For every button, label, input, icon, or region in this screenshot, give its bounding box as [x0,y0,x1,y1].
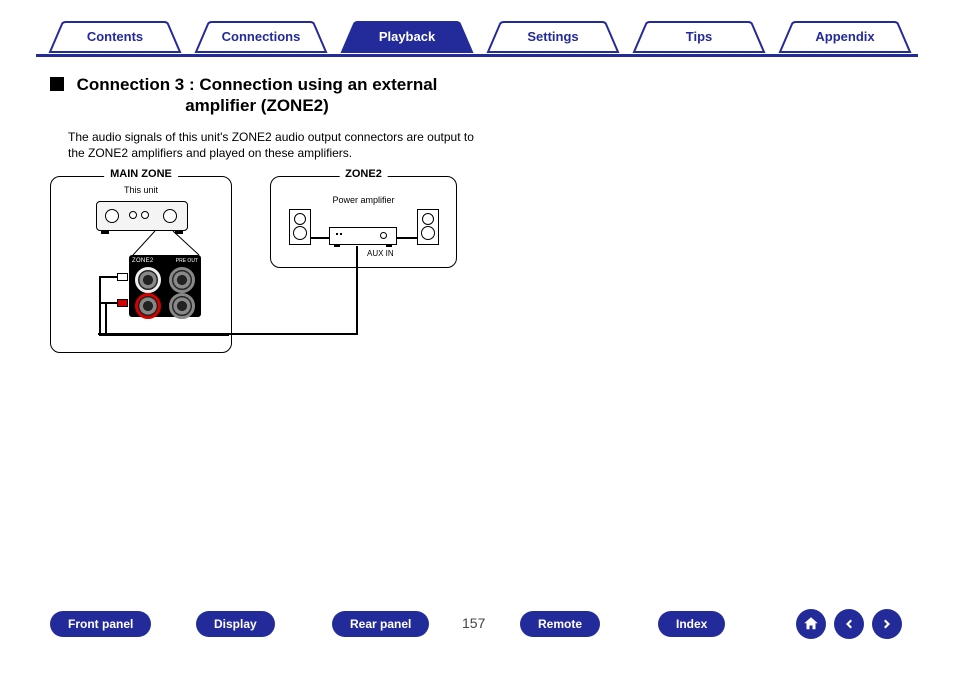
zone2-box: ZONE2 Power amplifier AUX IN [270,176,457,268]
tab-label: Playback [379,29,435,44]
nav-index[interactable]: Index [658,611,725,637]
tab-label: Tips [686,29,713,44]
tab-underline [36,54,918,57]
next-page-button[interactable] [872,609,902,639]
tab-tips[interactable]: Tips [624,22,774,52]
speaker-right-icon [417,209,439,245]
tab-bar: Contents Connections Playback Settings T… [0,22,954,56]
body-paragraph: The audio signals of this unit's ZONE2 a… [68,129,480,161]
section-heading: Connection 3 : Connection using an exter… [50,74,480,117]
nav-display[interactable]: Display [196,611,275,637]
tab-label: Appendix [815,29,874,44]
rca-plug-white-icon [117,273,128,281]
prev-page-button[interactable] [834,609,864,639]
power-amplifier-icon [329,227,397,245]
heading-text: Connection 3 : Connection using an exter… [72,74,442,117]
tab-playback[interactable]: Playback [332,22,482,52]
bottom-bar: Front panel Display Rear panel 157 Remot… [0,611,954,645]
pill-label: Display [214,617,257,631]
tab-label: Connections [222,29,301,44]
pill-label: Rear panel [350,617,411,631]
pill-label: Front panel [68,617,133,631]
connection-diagram: MAIN ZONE This unit ZONE2 PRE OUT [50,176,460,356]
zone2-label: ZONE2 [339,168,388,180]
tab-settings[interactable]: Settings [478,22,628,52]
square-bullet-icon [50,77,64,91]
nav-rear-panel[interactable]: Rear panel [332,611,429,637]
zoom-lines-icon [51,177,231,352]
tab-contents[interactable]: Contents [40,22,190,52]
nav-front-panel[interactable]: Front panel [50,611,151,637]
arrow-right-icon [878,615,896,633]
content-column: Connection 3 : Connection using an exter… [50,74,480,161]
tab-label: Settings [527,29,578,44]
speaker-left-icon [289,209,311,245]
power-amp-label: Power amplifier [271,195,456,205]
tab-label: Contents [87,29,143,44]
pill-label: Remote [538,617,582,631]
tab-connections[interactable]: Connections [186,22,336,52]
home-icon [802,615,820,633]
rca-plug-red-icon [117,299,128,307]
page-number: 157 [462,615,485,631]
nav-remote[interactable]: Remote [520,611,600,637]
arrow-left-icon [840,615,858,633]
interzone-cable-icon [98,333,358,335]
main-zone-box: MAIN ZONE This unit ZONE2 PRE OUT [50,176,232,353]
aux-in-label: AUX IN [367,249,394,258]
tab-appendix[interactable]: Appendix [770,22,920,52]
pill-label: Index [676,617,707,631]
home-button[interactable] [796,609,826,639]
